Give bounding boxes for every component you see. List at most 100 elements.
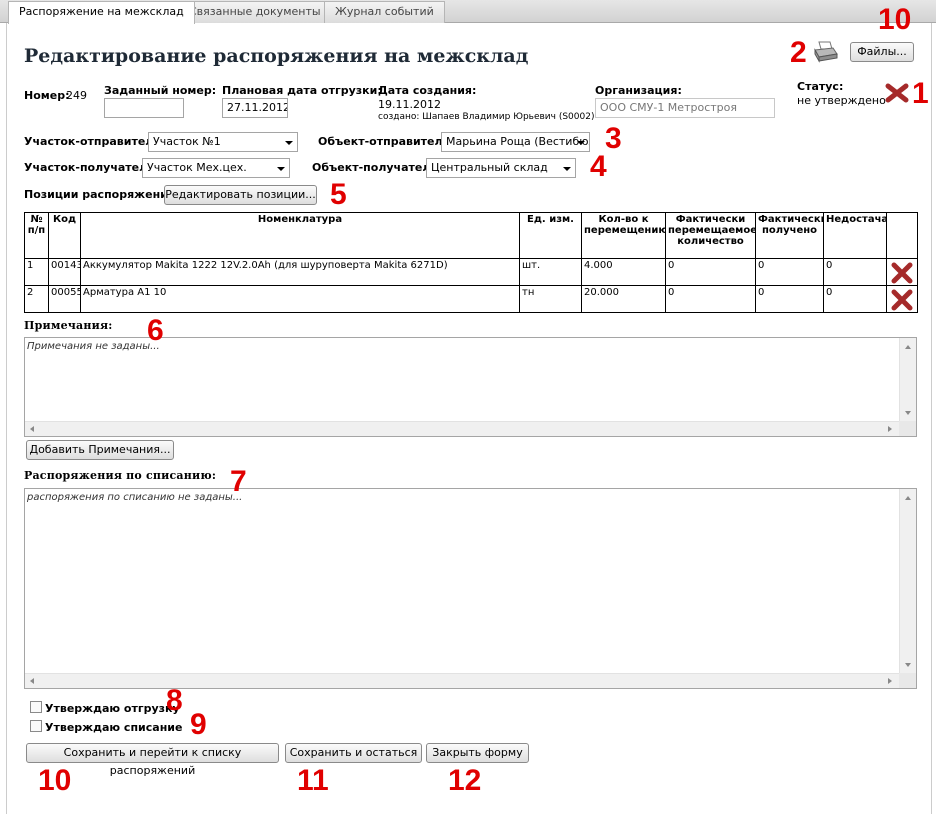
positions-label: Позиции распоряжения: (24, 188, 180, 201)
table-cell: 0 (823, 258, 887, 286)
marker-label: 8 (166, 684, 183, 717)
created-by: создано: Шапаев Владимир Юрьевич (S0002) (378, 112, 595, 122)
assigned-number-input[interactable] (104, 98, 184, 118)
table-cell: 0 (755, 285, 824, 313)
sender-area-label: Участок-отправитель: (24, 135, 165, 148)
tab-related-documents[interactable]: Связанные документы (178, 1, 332, 23)
marker-label: 12 (448, 764, 482, 797)
writeoffs-text: распоряжения по списанию не заданы... (27, 492, 243, 503)
scroll-left-icon (30, 426, 34, 432)
planned-date-label: Плановая дата отгрузки: (222, 84, 382, 97)
table-cell: 20.000 (581, 285, 666, 313)
writeoffs-vertical-scrollbar[interactable] (899, 489, 916, 673)
save-and-list-button[interactable]: Сохранить и перейти к списку распоряжени… (26, 743, 279, 777)
save-and-stay-button[interactable]: Сохранить и остаться (285, 743, 422, 763)
notes-label: Примечания: (24, 319, 113, 332)
number-label: Номер: (24, 89, 70, 102)
number-value: 249 (66, 89, 87, 102)
chevron-down-icon (563, 167, 571, 171)
table-cell: Аккумулятор Makita 1222 12V.2.0Ah (для ш… (80, 258, 520, 286)
table-cell: 0 (823, 285, 887, 313)
marker-label: 5 (330, 178, 347, 211)
receiver-object-value: Центральный склад (431, 161, 548, 174)
column-header: Ед. изм. (519, 212, 582, 259)
scroll-up-icon (905, 496, 911, 500)
printer-icon[interactable] (812, 40, 838, 67)
sender-object-label: Объект-отправитель: (318, 135, 454, 148)
organization-input: ООО СМУ-1 Метростроя (595, 98, 775, 118)
sender-area-value: Участок №1 (153, 135, 221, 148)
column-header: Код (48, 212, 81, 259)
notes-vertical-scrollbar[interactable] (899, 338, 916, 421)
files-button[interactable]: Файлы... (850, 42, 914, 62)
approve-writeoff-checkbox[interactable] (30, 720, 42, 732)
chevron-down-icon (577, 141, 585, 145)
add-notes-button[interactable]: Добавить Примечания... (26, 440, 174, 460)
table-cell-actions (886, 258, 918, 286)
marker-label: 11 (297, 764, 329, 797)
tab-order[interactable]: Распоряжение на межсклад (8, 1, 195, 24)
column-header: Номенклатура (80, 212, 520, 259)
scroll-corner (899, 421, 916, 436)
receiver-object-select[interactable]: Центральный склад (426, 158, 576, 178)
notes-horizontal-scrollbar[interactable] (25, 421, 899, 436)
scroll-left-icon (30, 678, 34, 684)
marker-label: 2 (790, 36, 807, 69)
approve-shipment-label: Утверждаю отгрузку (45, 702, 180, 715)
notes-text: Примечания не заданы... (27, 341, 160, 352)
tab-event-log[interactable]: Журнал событий (324, 1, 445, 23)
edit-positions-button[interactable]: Редактировать позиции... (164, 185, 317, 205)
column-header: Фактически получено (755, 212, 824, 259)
marker-label: 7 (230, 465, 247, 498)
writeoffs-horizontal-scrollbar[interactable] (25, 673, 899, 688)
receiver-area-value: Участок Мех.цех. (147, 161, 247, 174)
receiver-area-select[interactable]: Участок Мех.цех. (142, 158, 290, 178)
table-header-row: № п/п Код Номенклатура Ед. изм. Кол-во к… (24, 212, 918, 259)
created-label: Дата создания: (378, 84, 477, 97)
delete-row-icon[interactable] (890, 262, 914, 284)
sender-object-select[interactable]: Марьина Роща (Вестибюль (441, 132, 590, 152)
table-cell: 0 (665, 258, 756, 286)
status-value: не утверждено (797, 94, 886, 107)
table-cell: 00055 (48, 285, 81, 313)
scroll-corner (899, 673, 916, 688)
close-form-button[interactable]: Закрыть форму (426, 743, 529, 763)
column-header: Фактически перемещаемое количество (665, 212, 756, 259)
positions-table: № п/п Код Номенклатура Ед. изм. Кол-во к… (24, 212, 918, 313)
table-cell: 0 (755, 258, 824, 286)
marker-label: 10 (38, 764, 72, 797)
marker-label: 1 (912, 77, 929, 110)
marker-label: 6 (147, 314, 164, 347)
assigned-number-label: Заданный номер: (104, 84, 217, 97)
notes-textarea[interactable]: Примечания не заданы... (24, 337, 917, 437)
chevron-down-icon (285, 141, 293, 145)
writeoffs-textarea[interactable]: распоряжения по списанию не заданы... (24, 488, 917, 689)
table-cell: 2 (24, 285, 49, 313)
approve-writeoff-label: Утверждаю списание (45, 721, 183, 734)
table-row: 2 00055 Арматура А1 10 тн 20.000 0 0 0 (24, 285, 918, 313)
delete-row-icon[interactable] (890, 289, 914, 311)
status-label: Статус: (797, 80, 844, 93)
sender-object-value: Марьина Роща (Вестибюль (446, 135, 590, 148)
sender-area-select[interactable]: Участок №1 (148, 132, 298, 152)
scroll-down-icon (905, 663, 911, 667)
status-cross-icon (885, 83, 909, 106)
scroll-down-icon (905, 411, 911, 415)
column-header: № п/п (24, 212, 49, 259)
table-row: 1 00143 Аккумулятор Makita 1222 12V.2.0A… (24, 258, 918, 286)
planned-date-input[interactable]: 27.11.2012 (222, 98, 288, 118)
approve-shipment-checkbox[interactable] (30, 701, 42, 713)
column-header: Кол-во к перемещению (581, 212, 666, 259)
column-header: Недостача (823, 212, 887, 259)
table-cell: 1 (24, 258, 49, 286)
organization-label: Организация: (595, 84, 682, 97)
table-cell: тн (519, 285, 582, 313)
table-cell: 0 (665, 285, 756, 313)
table-cell-actions (886, 285, 918, 313)
marker-label: 4 (590, 150, 607, 183)
table-cell: Арматура А1 10 (80, 285, 520, 313)
created-date: 19.11.2012 (378, 98, 441, 111)
marker-label: 9 (190, 708, 207, 741)
scroll-right-icon (888, 426, 892, 432)
receiver-area-label: Участок-получатель: (24, 161, 159, 174)
